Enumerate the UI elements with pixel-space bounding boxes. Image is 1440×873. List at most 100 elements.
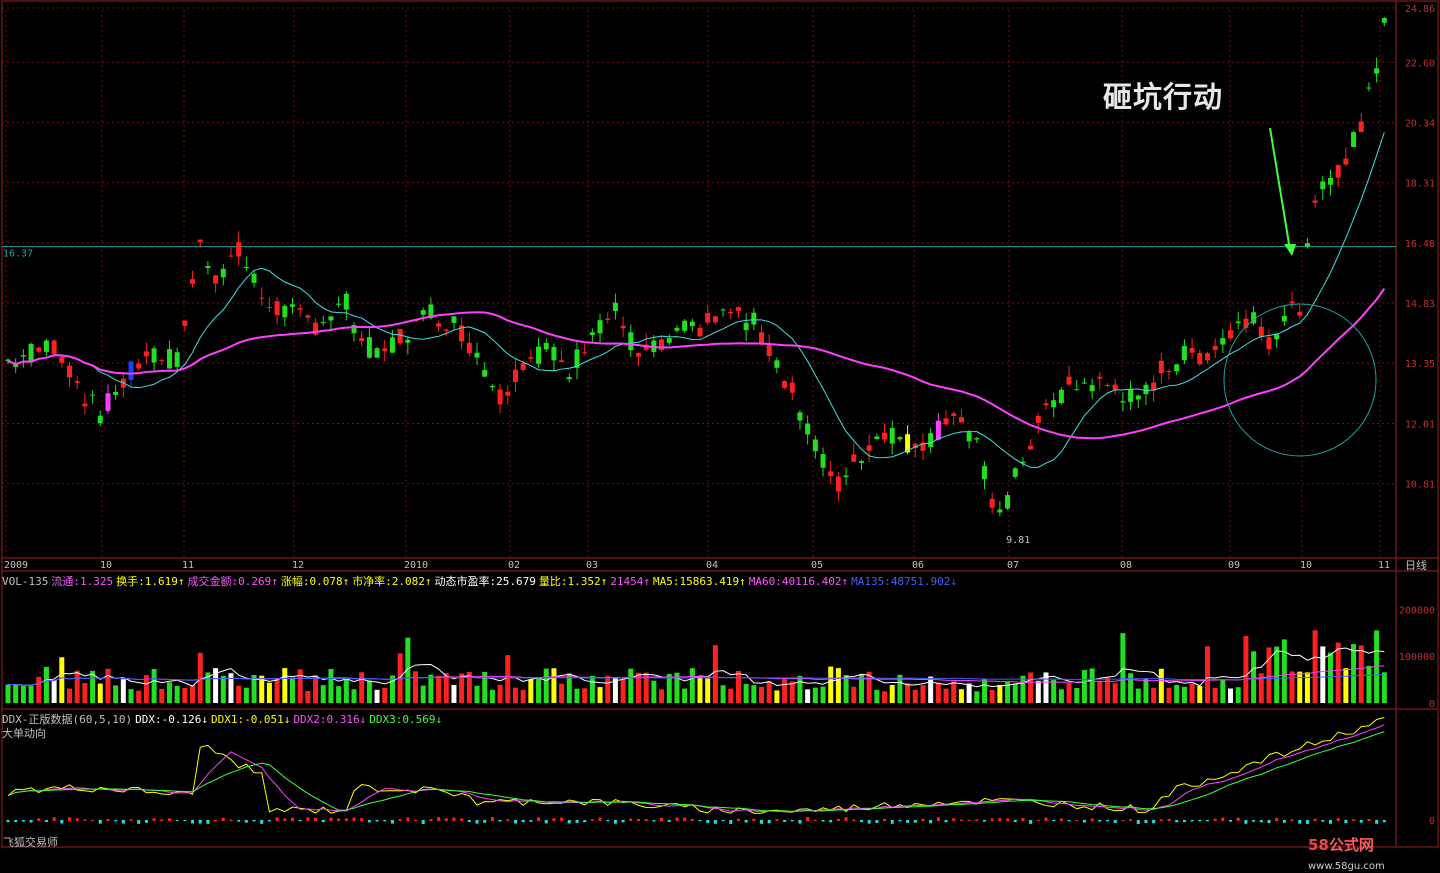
candle-body [297,308,303,310]
volume-bar [497,684,503,703]
ddx-bar [398,819,402,821]
app-name: 飞狐交易师 [3,836,58,849]
ddx-bar [75,818,79,821]
candle-body [1066,376,1072,385]
candle-body [528,357,534,359]
ddx-bar [952,818,956,821]
ddx-bar [1367,818,1371,821]
ddx-bar [198,820,202,824]
candle-body [67,365,73,378]
candlestick-chart[interactable]: 24.86 22.60 20.34 18.31 16.48 14.83 13.35 12.01… [0,0,1440,864]
candle-body [1074,389,1080,391]
candle-body [935,420,941,440]
ddx-bar [14,820,18,822]
watermark-logo: 58公式网 www.58gu.com [1308,834,1440,873]
candle-body [782,381,788,388]
candle-body [743,322,749,331]
volume-bar [874,689,880,703]
date-tick-label: 05 [811,560,823,571]
candle-body [328,316,334,321]
candle-body [466,342,472,354]
candle-body [1120,401,1126,403]
ddx-bar [583,820,587,823]
volume-bar [712,645,718,703]
ddx-bar [929,820,933,824]
volume-bar [5,684,11,703]
ddx-bar [813,819,817,821]
ddx-bar [529,820,533,822]
volume-bar [543,668,549,703]
ddx-bar [821,820,825,822]
ddx-bar [290,817,294,821]
volume-bar [1051,679,1057,703]
ddx-bar [421,820,425,824]
date-tick-label: 04 [706,560,718,571]
candle-body [797,412,803,421]
ddx-bar [452,817,456,821]
volume-bar [928,676,934,703]
candle-body [128,361,134,380]
candle-body [589,332,595,336]
annotation-arrow-head [1284,244,1296,256]
volume-bar [1274,646,1280,703]
ddx-bar [1221,817,1225,821]
candle-body [928,433,934,447]
candle-body [958,417,964,423]
volume-bar [797,675,803,703]
volume-bar [1097,681,1103,703]
volume-bar [728,688,734,703]
candle-body [190,279,196,284]
volume-bar [559,683,565,703]
price-tick-label: 10.81 [1405,480,1435,491]
volume-bar [958,689,964,703]
candle-body [628,332,634,351]
low-price-label: 9.81 [1006,535,1030,546]
vol-info-item-3: 成交金额:0.269↑ [187,575,278,588]
ddx-bar [244,820,248,823]
volume-bar [1174,684,1180,703]
volume-bar [920,685,926,703]
volume-bar [313,675,319,703]
volume-bar [1128,673,1134,703]
volume-tick-label: 0 [1429,699,1435,710]
candle-body [1266,337,1272,350]
ddx-bar [352,817,356,821]
volume-bar [320,685,326,703]
ddx-bar [1229,820,1233,822]
ddx-bar [68,817,72,821]
candle-body [1105,384,1111,386]
volume-bar [282,668,288,703]
candle-body [1043,403,1049,406]
candle-body [482,369,488,377]
candle-body [566,377,572,380]
ddx-bar [1313,818,1317,821]
ddx-bar [706,820,710,823]
ddx-bar [1282,820,1286,823]
candle-body [943,418,949,425]
volume-bar [782,679,788,703]
ddx-bar [713,820,717,824]
candle-body [689,321,695,327]
ddx-bar [606,820,610,822]
ddx-bar [959,819,963,821]
volume-bar [220,675,226,703]
ddx-bar [390,820,394,824]
ddx-bar [214,819,218,821]
ddx-bar [344,818,348,821]
candle-body [1258,326,1264,338]
price-tick-label: 24.86 [1405,4,1435,15]
vol-info-item-9: MA5:15863.419↑ [653,575,746,588]
candle-body [1097,376,1103,379]
candle-body [36,347,42,352]
volume-bar [812,687,818,703]
ddx-bar [1052,820,1056,822]
candle-body [666,338,672,343]
candle-body [974,438,980,440]
candle-body [582,352,588,354]
candle-body [766,344,772,356]
vol-info-item-8: 21454↑ [610,575,651,588]
vol-info-item-11: MA135:48751.902↓ [851,575,958,588]
ddx-bar [1021,818,1025,821]
volume-bar [1220,678,1226,703]
ddx-bar [760,820,764,824]
